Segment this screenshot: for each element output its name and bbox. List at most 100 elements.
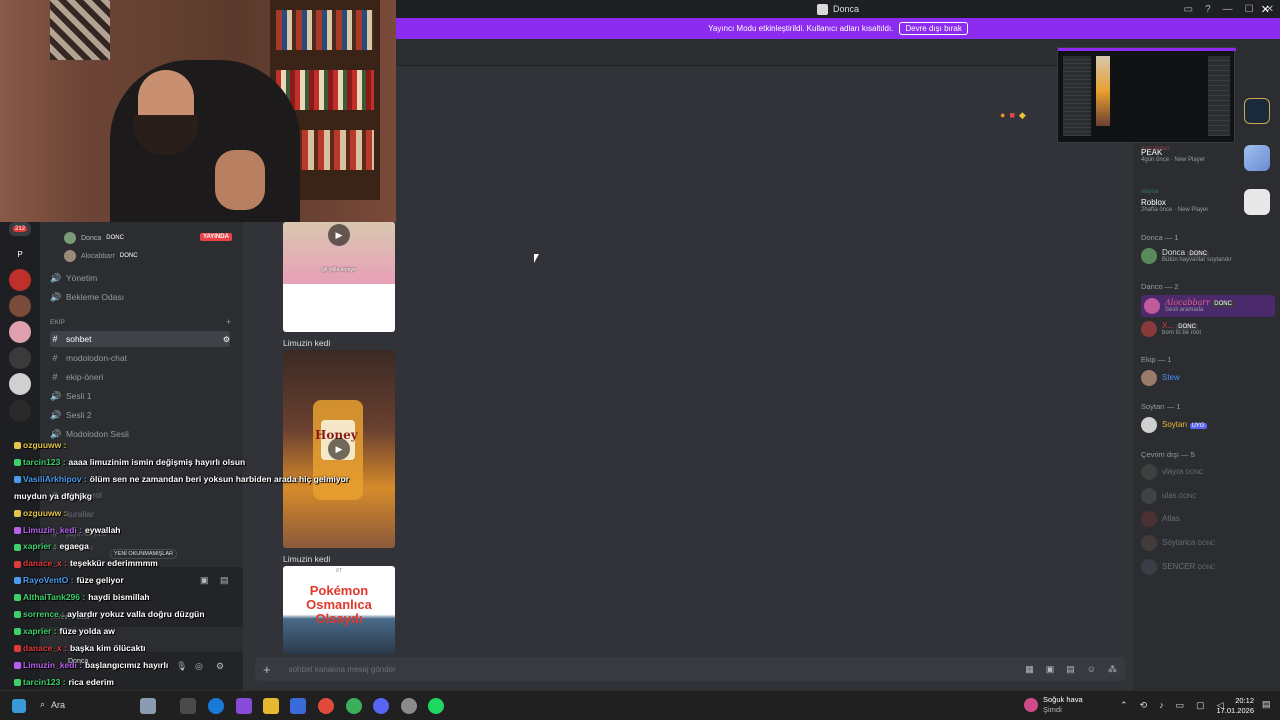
member-donca[interactable]: Donca DONC Bütün hayvanlar soytandır bbox=[1141, 248, 1275, 264]
taskbar-search[interactable]: ⌕ Ara bbox=[40, 699, 65, 710]
server-badge-icon[interactable]: 212 bbox=[9, 222, 31, 236]
channel-sohbet[interactable]: # sohbet ⚙ bbox=[50, 331, 230, 347]
help-icon[interactable]: ? bbox=[1205, 4, 1211, 15]
reaction-strip: ● ■ ◆ bbox=[1000, 110, 1026, 121]
server-icon[interactable] bbox=[9, 347, 31, 369]
member-offline[interactable]: SENCER DONC bbox=[1141, 559, 1275, 575]
microphone-icon[interactable]: ♪ bbox=[1159, 700, 1164, 711]
chat-username: RayoVentO : bbox=[23, 575, 74, 586]
edge-icon[interactable] bbox=[208, 698, 224, 714]
channel-sesli-2[interactable]: 🔊 Sesli 2 bbox=[50, 407, 230, 423]
emoji-icon[interactable]: ■ bbox=[1009, 110, 1014, 121]
disable-streamer-mode-button[interactable]: Devre dışı bırak bbox=[899, 22, 968, 35]
server-icon[interactable] bbox=[9, 321, 31, 343]
chat-text: füze yolda aw bbox=[59, 625, 115, 636]
discord-icon[interactable] bbox=[373, 698, 389, 714]
chat-message: sorrence : aylardır yokuz valla doğru düz… bbox=[14, 609, 205, 619]
chat-message: ozguuww : bbox=[14, 508, 69, 518]
taskbar: ⌕ Ara Soğuk hava Şimdi ⌃ ⟲ ♪ ▭ ▢ ◁ 20:12 17… bbox=[0, 690, 1280, 720]
member-group-label: Çevrim dışı — 5 bbox=[1141, 450, 1195, 459]
chat-message: RayoVentO : füze geliyor bbox=[14, 575, 124, 585]
channel-modolodon-chat[interactable]: # modolodon-chat bbox=[50, 350, 230, 366]
widgets-icon[interactable] bbox=[180, 698, 196, 714]
play-icon[interactable]: ▶ bbox=[328, 224, 350, 246]
member-offline[interactable]: Soytarica DONC bbox=[1141, 535, 1275, 551]
member-group-label: Donca — 1 bbox=[1141, 233, 1179, 242]
server-icon[interactable] bbox=[9, 373, 31, 395]
chat-badge-icon bbox=[14, 459, 21, 467]
member-group-label: Soytarı — 1 bbox=[1141, 402, 1181, 411]
activity-time: 4gün önce bbox=[1141, 157, 1170, 163]
avatar bbox=[1141, 321, 1157, 337]
spotify-icon[interactable] bbox=[428, 698, 444, 714]
banner-close-icon[interactable]: ✕ bbox=[1261, 3, 1270, 16]
server-icon[interactable] bbox=[9, 269, 31, 291]
server-icon[interactable] bbox=[9, 400, 31, 422]
message-author[interactable]: Limuzin kedi bbox=[283, 338, 330, 348]
add-channel-icon[interactable]: + bbox=[226, 317, 231, 327]
window-title: Donca bbox=[832, 4, 859, 14]
weather-widget[interactable]: Soğuk hava Şimdi bbox=[1024, 695, 1083, 715]
clock[interactable]: 20:12 17.01.2026 bbox=[1214, 696, 1254, 716]
chat-text: teşekkür ederimmmm bbox=[69, 558, 158, 569]
member-soytari[interactable]: Soytarı UYG bbox=[1141, 417, 1275, 433]
channel-sesli-1[interactable]: 🔊 Sesli 1 bbox=[50, 388, 230, 404]
chat-text: başlangıcımız hayırlı bbox=[85, 659, 169, 670]
settings-icon[interactable]: ⚙ bbox=[223, 335, 230, 344]
channel-yonetim[interactable]: 🔊 Yönetim bbox=[50, 270, 230, 286]
sync-icon[interactable]: ⟲ bbox=[1140, 700, 1148, 711]
file-explorer-icon[interactable] bbox=[263, 698, 279, 714]
fire-icon[interactable]: ● bbox=[1000, 110, 1005, 121]
channel-bekleme[interactable]: 🔊 Bekleme Odası bbox=[50, 289, 230, 305]
streamer-mode-banner: Yayıncı Modu etkinleştirildi. Kullanıcı … bbox=[396, 18, 1280, 39]
member-activity[interactable]: Roblox 2hafta önce · New Player bbox=[1141, 198, 1275, 213]
avatar bbox=[1141, 417, 1157, 433]
server-icon[interactable]: P bbox=[9, 244, 31, 266]
channel-ekip-oneri[interactable]: # ekip-öneri bbox=[50, 369, 230, 385]
chrome-profile-icon[interactable] bbox=[346, 698, 362, 714]
member-offline[interactable]: Atlas bbox=[1141, 511, 1275, 527]
screen-share-preview[interactable] bbox=[1057, 47, 1236, 143]
store-icon[interactable] bbox=[290, 698, 306, 714]
member-x[interactable]: X... DONC born to be root bbox=[1141, 321, 1275, 337]
voice-user[interactable]: Alocabbarr DONC bbox=[64, 250, 138, 262]
member-stew[interactable]: Stew bbox=[1141, 370, 1275, 386]
chat-message: VasiliArkhipov : ölüm sen ne zamandan ber… bbox=[14, 474, 349, 484]
chevron-up-icon[interactable]: ⌃ bbox=[1120, 700, 1128, 711]
live-badge: YAYINDA bbox=[200, 233, 232, 241]
chat-message: muydun ya dfghjkg bbox=[14, 491, 92, 501]
start-icon[interactable] bbox=[12, 699, 26, 713]
emoji-icon[interactable]: ☺ bbox=[1087, 664, 1096, 675]
maximize-button[interactable]: ☐ bbox=[1245, 4, 1254, 15]
video-thumbnail-1[interactable]: ▶ git yolla nereye bbox=[283, 222, 395, 332]
chat-text: aaaa limuzinim ismin değişmiş hayırlı ol… bbox=[68, 456, 246, 467]
member-offline[interactable]: vlayra DONC bbox=[1141, 464, 1275, 480]
battery-icon[interactable]: ▭ bbox=[1176, 700, 1185, 711]
gif-icon[interactable]: ▣ bbox=[1046, 664, 1055, 675]
voice-user[interactable]: Donca DONC bbox=[64, 232, 124, 244]
category-ekip[interactable]: EKİP bbox=[50, 319, 65, 326]
apps-icon[interactable]: ⁂ bbox=[1108, 664, 1117, 675]
chat-badge-icon bbox=[14, 628, 21, 636]
copilot-icon[interactable] bbox=[236, 698, 252, 714]
notifications-icon[interactable]: ▤ bbox=[1262, 699, 1271, 710]
obs-icon[interactable] bbox=[401, 698, 417, 714]
gift-icon[interactable]: ▦ bbox=[1025, 664, 1034, 675]
sticker-icon[interactable]: ▤ bbox=[1066, 664, 1075, 675]
chat-badge-icon bbox=[14, 661, 21, 669]
game-icon-league[interactable] bbox=[1244, 98, 1270, 124]
app-icon bbox=[816, 3, 828, 15]
guild-tag: DONC bbox=[1212, 301, 1234, 307]
chat-badge-icon bbox=[14, 560, 21, 568]
member-offline[interactable]: ulas DONC bbox=[1141, 488, 1275, 504]
member-alocabbarr[interactable]: Alocabbarr DONC Sesli aramada bbox=[1141, 295, 1275, 317]
member-name: Donca bbox=[1162, 248, 1186, 257]
task-view-icon[interactable] bbox=[140, 698, 156, 714]
chrome-icon[interactable] bbox=[318, 698, 334, 714]
network-icon[interactable]: ▢ bbox=[1196, 700, 1205, 711]
server-icon[interactable] bbox=[9, 295, 31, 317]
minimize-button[interactable]: — bbox=[1223, 4, 1233, 15]
inbox-icon[interactable]: ▭ bbox=[1184, 4, 1193, 15]
activity-user: xlayna bbox=[1141, 189, 1159, 195]
emoji-icon[interactable]: ◆ bbox=[1019, 110, 1026, 121]
